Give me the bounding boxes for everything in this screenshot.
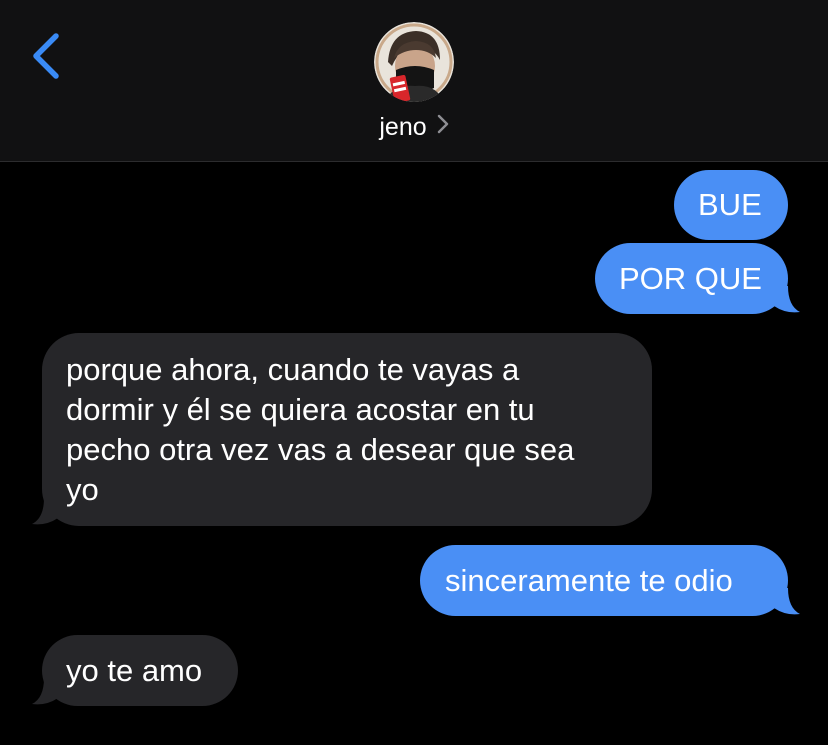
- chevron-right-icon: [437, 109, 449, 143]
- message-text: yo te amo: [66, 653, 203, 688]
- back-button[interactable]: [26, 30, 70, 82]
- bubble-tail: [774, 588, 800, 615]
- message-bubble-sent[interactable]: POR QUE: [595, 243, 788, 314]
- message-text: POR QUE: [619, 261, 762, 296]
- message-bubble-sent[interactable]: sinceramente te odio: [420, 545, 788, 616]
- message-bubble-received[interactable]: yo te amo: [42, 635, 238, 706]
- message-text: BUE: [698, 187, 762, 222]
- message-line: pecho otra vez vas a desear que sea: [66, 432, 575, 467]
- bubble-tail: [774, 286, 800, 313]
- contact-name-button[interactable]: jeno: [0, 110, 828, 145]
- chevron-left-icon: [33, 33, 59, 79]
- message-line: yo: [66, 472, 99, 507]
- contact-avatar[interactable]: [374, 22, 454, 102]
- conversation-header: jeno: [0, 0, 828, 162]
- message-bubble-sent[interactable]: BUE: [674, 170, 788, 240]
- avatar-photo: [374, 22, 454, 102]
- contact-name: jeno: [379, 113, 427, 141]
- message-bubble-received[interactable]: porque ahora, cuando te vayas a dormir y…: [42, 333, 652, 526]
- message-text: sinceramente te odio: [445, 563, 733, 598]
- message-line: dormir y él se quiera acostar en tu: [66, 392, 535, 427]
- bubble-tail: [32, 498, 58, 525]
- bubble-tail: [32, 678, 58, 705]
- message-line: porque ahora, cuando te vayas a: [66, 352, 520, 387]
